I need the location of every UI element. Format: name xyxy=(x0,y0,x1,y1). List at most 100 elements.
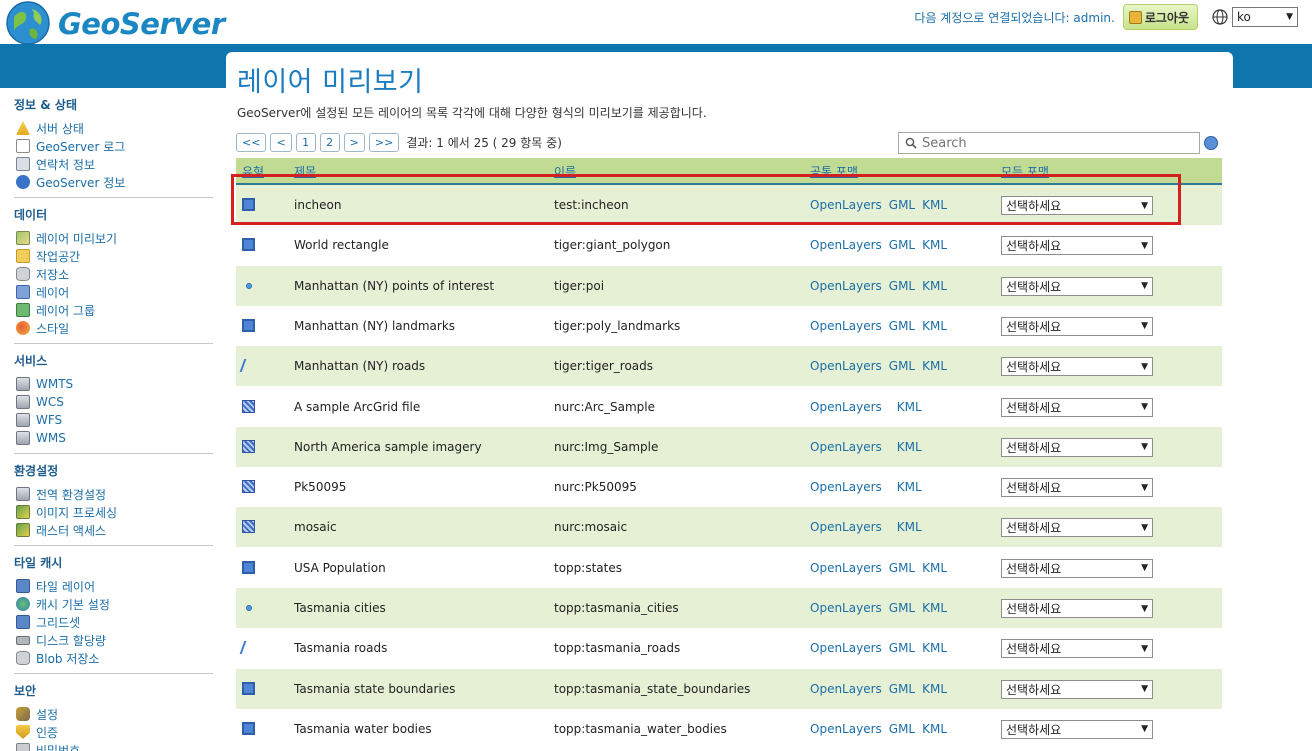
column-header-type[interactable]: 유형 xyxy=(242,163,264,180)
format-link-openlayers[interactable]: OpenLayers xyxy=(810,238,882,252)
last-page-button[interactable]: >> xyxy=(368,133,400,152)
format-link-gml[interactable]: GML xyxy=(889,641,915,655)
page-1-button[interactable]: 1 xyxy=(295,133,316,152)
prev-page-button[interactable]: < xyxy=(270,133,292,152)
format-link-openlayers[interactable]: OpenLayers xyxy=(810,400,882,414)
format-link-kml[interactable]: KML xyxy=(922,601,947,615)
format-link-gml[interactable]: GML xyxy=(889,359,915,373)
format-link-openlayers[interactable]: OpenLayers xyxy=(810,682,882,696)
sidebar-item-wmts[interactable]: WMTS xyxy=(14,375,213,393)
search-field[interactable] xyxy=(898,132,1200,154)
format-link-kml[interactable]: KML xyxy=(897,440,922,454)
format-link-gml[interactable]: GML xyxy=(889,198,915,212)
page-2-button[interactable]: 2 xyxy=(319,133,340,152)
format-link-gml[interactable]: GML xyxy=(889,319,915,333)
sidebar-item-server-status[interactable]: 서버 상태 xyxy=(14,119,213,137)
format-link-openlayers[interactable]: OpenLayers xyxy=(810,440,882,454)
format-select[interactable]: 선택하세요 ▼ xyxy=(1001,276,1153,296)
format-select[interactable]: 선택하세요 ▼ xyxy=(1001,316,1153,336)
format-link-openlayers[interactable]: OpenLayers xyxy=(810,279,882,293)
geoserver-logo[interactable]: GeoServer xyxy=(4,1,225,45)
logout-button[interactable]: 로그아웃 xyxy=(1122,4,1198,30)
format-link-openlayers[interactable]: OpenLayers xyxy=(810,319,882,333)
sidebar-item-about-geoserver[interactable]: GeoServer 정보 xyxy=(14,173,213,191)
format-link-kml[interactable]: KML xyxy=(897,480,922,494)
format-select[interactable]: 선택하세요 ▼ xyxy=(1001,196,1153,215)
sidebar-item-workspaces[interactable]: 작업공간 xyxy=(14,247,213,265)
format-link-openlayers[interactable]: OpenLayers xyxy=(810,641,882,655)
sidebar-item-label: 설정 xyxy=(36,707,59,722)
next-page-button[interactable]: > xyxy=(343,133,365,152)
format-select[interactable]: 선택하세요 ▼ xyxy=(1001,236,1153,256)
sidebar-item-disk-quota[interactable]: 디스크 할당량 xyxy=(14,631,213,649)
common-format-links: OpenLayers KML xyxy=(810,480,922,494)
format-select[interactable]: 선택하세요 ▼ xyxy=(1001,357,1153,377)
sidebar-item-stores[interactable]: 저장소 xyxy=(14,265,213,283)
format-link-kml[interactable]: KML xyxy=(922,359,947,373)
layer-name: nurc:Arc_Sample xyxy=(554,399,655,414)
sidebar-item-layer-preview[interactable]: 레이어 미리보기 xyxy=(14,229,213,247)
format-select[interactable]: 선택하세요 ▼ xyxy=(1001,518,1153,538)
sidebar-item-wms[interactable]: WMS xyxy=(14,429,213,447)
format-link-kml[interactable]: KML xyxy=(922,238,947,252)
format-link-kml[interactable]: KML xyxy=(897,400,922,414)
format-link-openlayers[interactable]: OpenLayers xyxy=(810,601,882,615)
column-header-name[interactable]: 이름 xyxy=(554,163,576,180)
format-link-gml[interactable]: GML xyxy=(889,601,915,615)
format-link-kml[interactable]: KML xyxy=(922,641,947,655)
format-link-openlayers[interactable]: OpenLayers xyxy=(810,561,882,575)
format-select[interactable]: 선택하세요 ▼ xyxy=(1001,397,1153,417)
sidebar-item-styles[interactable]: 스타일 xyxy=(14,319,213,337)
sidebar-item-blobstores[interactable]: Blob 저장소 xyxy=(14,649,213,667)
sidebar-item-label: 레이어 xyxy=(36,285,70,300)
sidebar-item-passwords[interactable]: 비밀번호 xyxy=(14,741,213,751)
format-link-gml[interactable]: GML xyxy=(889,682,915,696)
sidebar-item-tile-layers[interactable]: 타일 레이어 xyxy=(14,577,213,595)
layer-icon xyxy=(16,285,30,299)
format-link-openlayers[interactable]: OpenLayers xyxy=(810,359,882,373)
format-link-kml[interactable]: KML xyxy=(922,279,947,293)
search-input[interactable] xyxy=(922,135,1192,151)
column-header-title[interactable]: 제목 xyxy=(294,163,316,180)
sidebar-item-geoserver-log[interactable]: GeoServer 로그 xyxy=(14,137,213,155)
format-link-openlayers[interactable]: OpenLayers xyxy=(810,722,882,736)
sidebar-item-layer-groups[interactable]: 레이어 그룹 xyxy=(14,301,213,319)
format-link-openlayers[interactable]: OpenLayers xyxy=(810,480,882,494)
globe-icon xyxy=(16,597,30,611)
format-link-openlayers[interactable]: OpenLayers xyxy=(810,520,882,534)
format-link-openlayers[interactable]: OpenLayers xyxy=(810,198,882,212)
format-link-gml[interactable]: GML xyxy=(889,279,915,293)
first-page-button[interactable]: << xyxy=(236,133,267,152)
format-select[interactable]: 선택하세요 ▼ xyxy=(1001,599,1153,618)
nav-section-title: 정보 & 상태 xyxy=(14,98,77,112)
sidebar-item-wfs[interactable]: WFS xyxy=(14,411,213,429)
format-link-kml[interactable]: KML xyxy=(922,682,947,696)
format-select[interactable]: 선택하세요 ▼ xyxy=(1001,558,1153,578)
sidebar-item-authentication[interactable]: 인증 xyxy=(14,723,213,741)
format-link-gml[interactable]: GML xyxy=(889,722,915,736)
format-link-gml[interactable]: GML xyxy=(889,561,915,575)
sidebar-item-image-processing[interactable]: 이미지 프로세싱 xyxy=(14,503,213,521)
format-select[interactable]: 선택하세요 ▼ xyxy=(1001,478,1153,498)
format-link-kml[interactable]: KML xyxy=(922,722,947,736)
sidebar-item-wcs[interactable]: WCS xyxy=(14,393,213,411)
language-select[interactable]: ko ▼ xyxy=(1232,7,1298,27)
sidebar-item-contact-info[interactable]: 연락처 정보 xyxy=(14,155,213,173)
format-select[interactable]: 선택하세요 ▼ xyxy=(1001,719,1153,739)
format-select[interactable]: 선택하세요 ▼ xyxy=(1001,437,1153,457)
format-select[interactable]: 선택하세요 ▼ xyxy=(1001,639,1153,659)
format-select-value: 선택하세요 xyxy=(1006,239,1062,254)
format-link-kml[interactable]: KML xyxy=(922,198,947,212)
format-link-kml[interactable]: KML xyxy=(922,319,947,333)
format-select[interactable]: 선택하세요 ▼ xyxy=(1001,679,1153,699)
sidebar-item-gridsets[interactable]: 그리드셋 xyxy=(14,613,213,631)
sidebar-item-security-settings[interactable]: 설정 xyxy=(14,705,213,723)
format-link-gml[interactable]: GML xyxy=(889,238,915,252)
sidebar-item-caching-defaults[interactable]: 캐시 기본 설정 xyxy=(14,595,213,613)
help-icon[interactable] xyxy=(1204,136,1218,150)
format-link-kml[interactable]: KML xyxy=(897,520,922,534)
sidebar-item-raster-access[interactable]: 래스터 액세스 xyxy=(14,521,213,539)
sidebar-item-global-settings[interactable]: 전역 환경설정 xyxy=(14,485,213,503)
format-link-kml[interactable]: KML xyxy=(922,561,947,575)
sidebar-item-layers[interactable]: 레이어 xyxy=(14,283,213,301)
